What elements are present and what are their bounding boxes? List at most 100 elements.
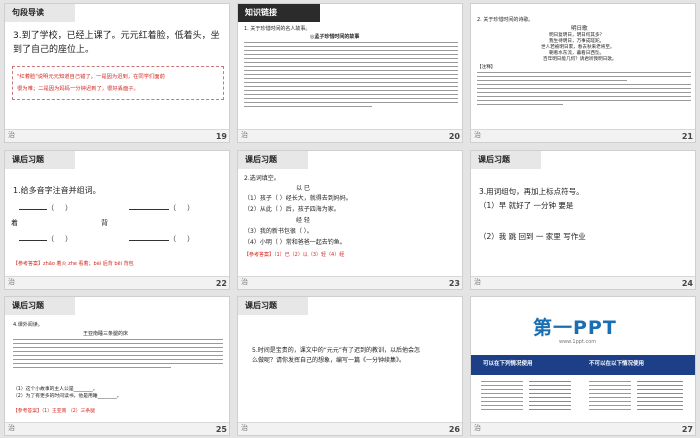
slide-thumbnail-19[interactable]: 句段导读 3.到了学校，已经上课了。元元红着脸，低着头，坐 到了自己的座位上。 … bbox=[4, 3, 230, 143]
slide-number: 19 bbox=[215, 132, 227, 141]
link-list bbox=[529, 381, 571, 413]
word-choices: 以 已 bbox=[296, 185, 310, 192]
slide-number: 25 bbox=[215, 425, 227, 434]
fill-item: （3）我的新书包很（ ）。 bbox=[244, 228, 313, 235]
slide-thumbnail-22[interactable]: 课后习题 1.给多音字注音并组词。 （ ） （ ） 着 背 （ ） （ ） 【参… bbox=[4, 150, 230, 290]
slide-body: 课后习题 4.课外阅读。 王亚南睡三条腿的床 （1）这个小故事的主人公是____… bbox=[5, 297, 229, 424]
notes-text-lines bbox=[477, 72, 691, 108]
slide-number: 22 bbox=[215, 279, 227, 288]
slide-footer: 治 20 bbox=[238, 129, 462, 142]
slide-thumbnail-25[interactable]: 课后习题 4.课外阅读。 王亚南睡三条腿的床 （1）这个小故事的主人公是____… bbox=[4, 296, 230, 436]
slide-header-bar: 课后习题 bbox=[238, 297, 308, 315]
story-text-lines bbox=[244, 42, 458, 110]
slide-body: 课后习题 1.给多音字注音并组词。 （ ） （ ） 着 背 （ ） （ ） 【参… bbox=[5, 151, 229, 278]
reading-question: （2）为了有更多的时间读书，他是用睡________。 bbox=[13, 394, 122, 399]
reading-question: （1）这个小故事的主人公是________。 bbox=[13, 387, 98, 392]
slide-number: 26 bbox=[448, 425, 460, 434]
slide-footer: 治 26 bbox=[238, 422, 462, 435]
slide-header: 课后习题 bbox=[12, 155, 44, 164]
slide-thumbnail-27[interactable]: 第一PPT www.1ppt.com 可以在下列情况使用 不可以在以下情况使用 … bbox=[470, 296, 696, 436]
slide-thumbnail-26[interactable]: 课后习题 5.时间是宝贵的，课文中的“元元”有了迟到的教训，以后他会怎 么做呢？… bbox=[237, 296, 463, 436]
slide-body: 2. 关于珍惜时间的诗歌。 明日歌 明日复明日，明日何其多？ 我生待明日，万事成… bbox=[471, 4, 695, 131]
fill-item: （1）孩子（ ）经长大，就得去到妈妈。 bbox=[244, 195, 352, 202]
reference-answer: 【参考答案】（1）王亚南 （2）三条腿 bbox=[13, 409, 95, 414]
slide-body: 知识链接 1. 关于珍惜时间的名人故事。 ◎孟子珍惜时间的故事 bbox=[238, 4, 462, 131]
question-text: 5.时间是宝贵的，课文中的“元元”有了迟到的教训，以后他会怎 bbox=[252, 347, 420, 354]
question-text: 么做呢？请你发挥自己的想象，编写一篇《一分钟续集》。 bbox=[252, 357, 406, 364]
subtitle: ◎孟子珍惜时间的故事 bbox=[310, 34, 360, 40]
answer-blank: （ ） bbox=[129, 234, 194, 244]
slide-number: 20 bbox=[448, 132, 460, 141]
slide-header-bar: 课后习题 bbox=[5, 297, 75, 315]
doc-icon: 治 bbox=[8, 278, 15, 286]
slide-body: 第一PPT www.1ppt.com 可以在下列情况使用 不可以在以下情况使用 bbox=[471, 297, 695, 424]
band-right-text: 不可以在以下情况使用 bbox=[589, 361, 645, 367]
slide-footer: 治 27 bbox=[471, 422, 695, 435]
answer-blank: （ ） bbox=[19, 234, 72, 244]
slide-header: 课后习题 bbox=[245, 155, 277, 164]
question-text: 3.用词组句，再加上标点符号。 bbox=[479, 187, 584, 196]
slide-header-bar: 句段导读 bbox=[5, 4, 75, 22]
question-text: 4.课外阅读。 bbox=[13, 322, 43, 328]
slide-sorter-grid: 句段导读 3.到了学校，已经上课了。元元红着脸，低着头，坐 到了自己的座位上。 … bbox=[0, 0, 700, 438]
story-title: 王亚南睡三条腿的床 bbox=[83, 331, 129, 337]
polyphone-char: 着 bbox=[11, 219, 18, 227]
story-text-lines bbox=[13, 339, 223, 371]
fill-item: （4）小明（ ）常和爸爸一起去钓鱼。 bbox=[244, 239, 346, 246]
answer-blank: （ ） bbox=[19, 203, 72, 213]
brand-url: www.1ppt.com bbox=[559, 339, 597, 345]
link-list bbox=[589, 381, 631, 413]
reference-answer: 【参考答案】zhāo 着火 zhe 看着；bèi 后背 bēi 背包 bbox=[13, 261, 134, 267]
slide-number: 21 bbox=[681, 132, 693, 141]
slide-number: 24 bbox=[681, 279, 693, 288]
slide-body: 句段导读 3.到了学校，已经上课了。元元红着脸，低着头，坐 到了自己的座位上。 … bbox=[5, 4, 229, 131]
intro-text: 1. 关于珍惜时间的名人故事。 bbox=[244, 26, 311, 32]
doc-icon: 治 bbox=[474, 424, 481, 432]
question-text: 2.选词填空。 bbox=[244, 175, 280, 182]
slide-thumbnail-21[interactable]: 2. 关于珍惜时间的诗歌。 明日歌 明日复明日，明日何其多？ 我生待明日，万事成… bbox=[470, 3, 696, 143]
poem-line: 百年明日能几何？请君听我明日歌。 bbox=[543, 57, 617, 62]
slide-header-bar: 课后习题 bbox=[471, 151, 541, 169]
slide-footer: 治 22 bbox=[5, 276, 229, 289]
answer-blank: （ ） bbox=[129, 203, 194, 213]
slide-footer: 治 21 bbox=[471, 129, 695, 142]
link-list bbox=[637, 381, 683, 413]
poem-title: 明日歌 bbox=[571, 26, 588, 32]
doc-icon: 治 bbox=[8, 131, 15, 139]
slide-body: 课后习题 5.时间是宝贵的，课文中的“元元”有了迟到的教训，以后他会怎 么做呢？… bbox=[238, 297, 462, 424]
slide-footer: 治 19 bbox=[5, 129, 229, 142]
slide-thumbnail-24[interactable]: 课后习题 3.用词组句，再加上标点符号。 （1）早 就好了 一分钟 要是 （2）… bbox=[470, 150, 696, 290]
slide-header-bar: 课后习题 bbox=[238, 151, 308, 169]
slide-footer: 治 25 bbox=[5, 422, 229, 435]
slide-footer: 治 24 bbox=[471, 276, 695, 289]
slide-thumbnail-20[interactable]: 知识链接 1. 关于珍惜时间的名人故事。 ◎孟子珍惜时间的故事 治 20 bbox=[237, 3, 463, 143]
fill-item: （2）从此（ ）后，孩子四海为家。 bbox=[244, 206, 340, 213]
body-text: 3.到了学校，已经上课了。元元红着脸，低着头，坐 bbox=[13, 31, 220, 41]
body-text: 到了自己的座位上。 bbox=[13, 45, 95, 55]
doc-icon: 治 bbox=[474, 278, 481, 286]
doc-icon: 治 bbox=[241, 131, 248, 139]
slide-thumbnail-23[interactable]: 课后习题 2.选词填空。 以 已 （1）孩子（ ）经长大，就得去到妈妈。 （2）… bbox=[237, 150, 463, 290]
notes-label: 【注释】 bbox=[477, 65, 496, 70]
word-row: （2）我 跳 回到 一 家里 写作业 bbox=[479, 232, 586, 241]
slide-header: 课后习题 bbox=[478, 155, 510, 164]
band-left-text: 可以在下列情况使用 bbox=[483, 361, 533, 367]
slide-header: 句段导读 bbox=[12, 8, 44, 17]
word-choices: 经 轻 bbox=[296, 217, 310, 224]
slide-header-bar: 知识链接 bbox=[238, 4, 320, 22]
reference-answer: 【参考答案】（1）已（2）以（3）轻（4）经 bbox=[244, 252, 345, 258]
brand-logo: 第一PPT bbox=[533, 317, 617, 339]
slide-number: 27 bbox=[681, 425, 693, 434]
doc-icon: 治 bbox=[241, 278, 248, 286]
usage-banner: 可以在下列情况使用 不可以在以下情况使用 bbox=[471, 355, 695, 375]
doc-icon: 治 bbox=[474, 131, 481, 139]
slide-number: 23 bbox=[448, 279, 460, 288]
slide-header: 课后习题 bbox=[245, 301, 277, 310]
note-text: "红着脸"说明元元知道自己错了。一是因为迟到，在同学们面前 bbox=[17, 74, 165, 80]
link-list bbox=[481, 381, 523, 413]
note-text: 很为难；二是因为妈妈一分钟迟到了，很好丢面子。 bbox=[17, 86, 139, 92]
word-row: （1）早 就好了 一分钟 要是 bbox=[479, 201, 574, 210]
slide-body: 课后习题 3.用词组句，再加上标点符号。 （1）早 就好了 一分钟 要是 （2）… bbox=[471, 151, 695, 278]
intro-text: 2. 关于珍惜时间的诗歌。 bbox=[477, 17, 534, 23]
slide-body: 课后习题 2.选词填空。 以 已 （1）孩子（ ）经长大，就得去到妈妈。 （2）… bbox=[238, 151, 462, 278]
